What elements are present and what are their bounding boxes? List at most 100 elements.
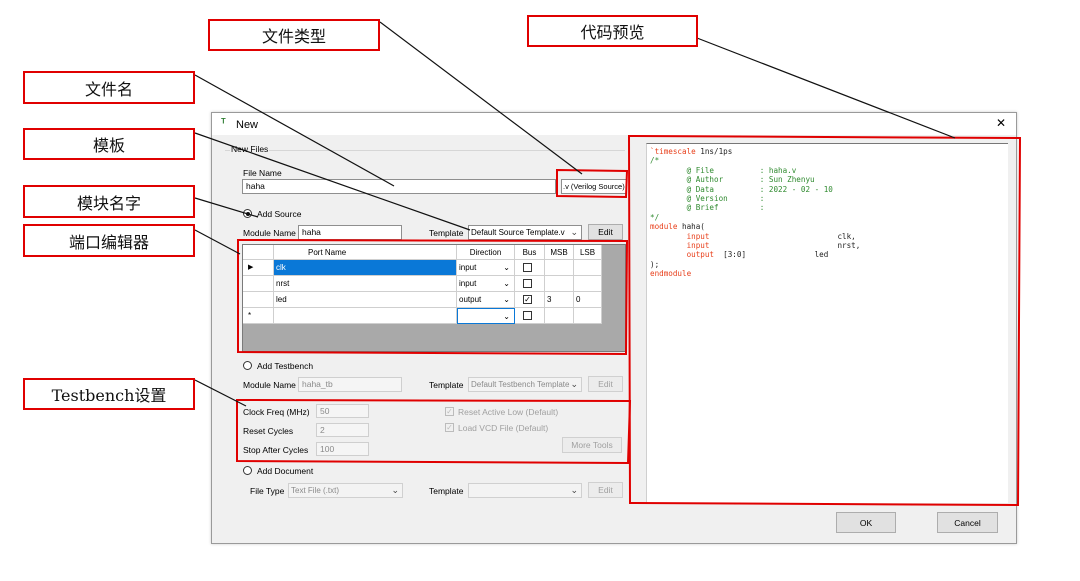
callout-port-editor: 端口编辑器 — [23, 224, 195, 257]
more-tools-button[interactable]: More Tools — [562, 437, 622, 453]
file-name-input[interactable]: haha — [242, 179, 556, 194]
code-line: input clk, — [650, 232, 1008, 241]
file-type-select[interactable]: Text File (.txt) ⌄ — [288, 483, 403, 498]
tb-template-value: Default Testbench Template — [471, 380, 570, 389]
add-testbench-radio[interactable] — [243, 361, 252, 370]
tb-module-name-label: Module Name — [243, 380, 296, 390]
add-source-label: Add Source — [257, 209, 302, 219]
code-line: @ Data : 2022 - 02 - 10 — [650, 184, 833, 194]
direction-value: input — [459, 279, 477, 288]
code-line: */ — [650, 212, 660, 222]
app-icon: ᵀ — [221, 117, 226, 129]
bus-cell — [515, 276, 545, 292]
source-template-select[interactable]: Default Source Template.v ⌄ — [468, 225, 582, 240]
port-name-cell[interactable] — [274, 308, 457, 324]
callout-testbench-settings: Testbench设置 — [23, 378, 195, 410]
bus-checkbox[interactable] — [523, 279, 532, 288]
add-source-radio[interactable] — [243, 209, 252, 218]
bus-cell: ✓ — [515, 292, 545, 308]
code-keyword: input — [650, 241, 710, 251]
bus-cell — [515, 260, 545, 276]
port-editor-grid: Port Name Direction Bus MSB LSB ▶ clk in… — [242, 244, 626, 352]
lsb-cell[interactable]: 0 — [574, 292, 602, 308]
bus-checkbox-checked[interactable]: ✓ — [523, 295, 532, 304]
bus-cell — [515, 308, 545, 324]
code-line: output [3:0] led — [650, 250, 1008, 259]
port-name-cell[interactable]: nrst — [274, 276, 457, 292]
lsb-cell[interactable] — [574, 276, 602, 292]
row-marker[interactable]: * — [243, 308, 274, 324]
dialog-titlebar: ᵀ New ✕ — [212, 113, 1016, 135]
col-header-msb: MSB — [545, 245, 574, 260]
code-keyword: output — [650, 250, 715, 260]
col-header-port-name: Port Name — [274, 245, 457, 260]
chevron-down-icon: ⌄ — [503, 263, 510, 272]
code-text: 1ns/1ps — [695, 147, 733, 156]
msb-cell[interactable] — [545, 276, 574, 292]
msb-cell[interactable]: 3 — [545, 292, 574, 308]
doc-template-select[interactable]: ⌄ — [468, 483, 582, 498]
tb-template-select[interactable]: Default Testbench Template ⌄ — [468, 377, 582, 392]
code-line: @ File : haha.v — [650, 165, 797, 175]
code-line: `timescale 1ns/1ps — [650, 147, 1008, 156]
msb-cell[interactable] — [545, 260, 574, 276]
code-line: @ Brief : — [650, 203, 765, 213]
code-line: /* — [650, 156, 660, 166]
source-template-value: Default Source Template.v — [471, 228, 565, 237]
row-marker[interactable] — [243, 276, 274, 292]
stop-after-cycles-input[interactable]: 100 — [316, 442, 369, 456]
code-line: endmodule — [650, 269, 692, 279]
msb-cell[interactable] — [545, 308, 574, 324]
clock-freq-input[interactable]: 50 — [316, 404, 369, 418]
reset-active-low-checkbox[interactable]: ✓ — [445, 407, 454, 416]
chevron-down-icon: ⌄ — [570, 227, 578, 237]
code-keyword: module — [650, 222, 678, 232]
chevron-down-icon: ⌄ — [503, 279, 510, 288]
add-document-radio[interactable] — [243, 466, 252, 475]
file-type-value: Text File (.txt) — [291, 486, 340, 495]
row-marker[interactable] — [243, 292, 274, 308]
reset-cycles-label: Reset Cycles — [243, 426, 294, 436]
new-file-dialog: ᵀ New ✕ New Files File Name haha .v (Ver… — [211, 112, 1017, 544]
bus-checkbox[interactable] — [523, 263, 532, 272]
bus-checkbox[interactable] — [523, 311, 532, 320]
load-vcd-label: Load VCD File (Default) — [458, 423, 549, 433]
row-marker[interactable]: ▶ — [243, 260, 274, 276]
stop-after-cycles-label: Stop After Cycles — [243, 445, 309, 455]
reset-cycles-input[interactable]: 2 — [316, 423, 369, 437]
tb-module-name-input[interactable]: haha_tb — [298, 377, 402, 392]
ok-button[interactable]: OK — [836, 512, 896, 533]
tb-template-edit-button[interactable]: Edit — [588, 376, 623, 392]
lsb-cell[interactable] — [574, 260, 602, 276]
template-label: Template — [429, 228, 464, 238]
tb-template-label: Template — [429, 380, 464, 390]
doc-template-edit-button[interactable]: Edit — [588, 482, 623, 498]
col-header-bus: Bus — [515, 245, 545, 260]
load-vcd-checkbox[interactable]: ✓ — [445, 423, 454, 432]
code-line: @ Author : Sun Zhenyu — [650, 175, 815, 185]
code-preview-panel[interactable]: `timescale 1ns/1ps /* @ File : haha.v @ … — [646, 143, 1008, 503]
port-name-cell[interactable]: clk — [274, 260, 457, 276]
new-files-group-label: New Files — [230, 144, 270, 154]
direction-select[interactable]: input ⌄ — [457, 260, 515, 276]
cancel-button[interactable]: Cancel — [937, 512, 998, 533]
close-icon[interactable]: ✕ — [996, 116, 1006, 130]
lsb-cell[interactable] — [574, 308, 602, 324]
source-template-edit-button[interactable]: Edit — [588, 224, 623, 240]
code-line: module haha( — [650, 222, 1008, 231]
code-text: [3:0] led — [714, 250, 829, 260]
file-extension-field: .v (Verilog Source) — [561, 179, 627, 194]
port-name-cell[interactable]: led — [274, 292, 457, 308]
chevron-down-icon: ⌄ — [570, 379, 578, 389]
direction-select[interactable]: output ⌄ — [457, 292, 515, 308]
direction-select[interactable]: input ⌄ — [457, 276, 515, 292]
code-text: clk, — [709, 231, 856, 241]
clock-freq-label: Clock Freq (MHz) — [243, 407, 310, 417]
code-text: nrst, — [709, 241, 861, 251]
direction-value: input — [459, 263, 477, 272]
code-keyword: `timescale — [650, 147, 696, 156]
callout-module-name: 模块名字 — [23, 185, 195, 218]
direction-select[interactable]: ⌄ — [457, 308, 515, 324]
module-name-input[interactable]: haha — [298, 225, 402, 240]
dialog-title: New — [236, 119, 259, 131]
